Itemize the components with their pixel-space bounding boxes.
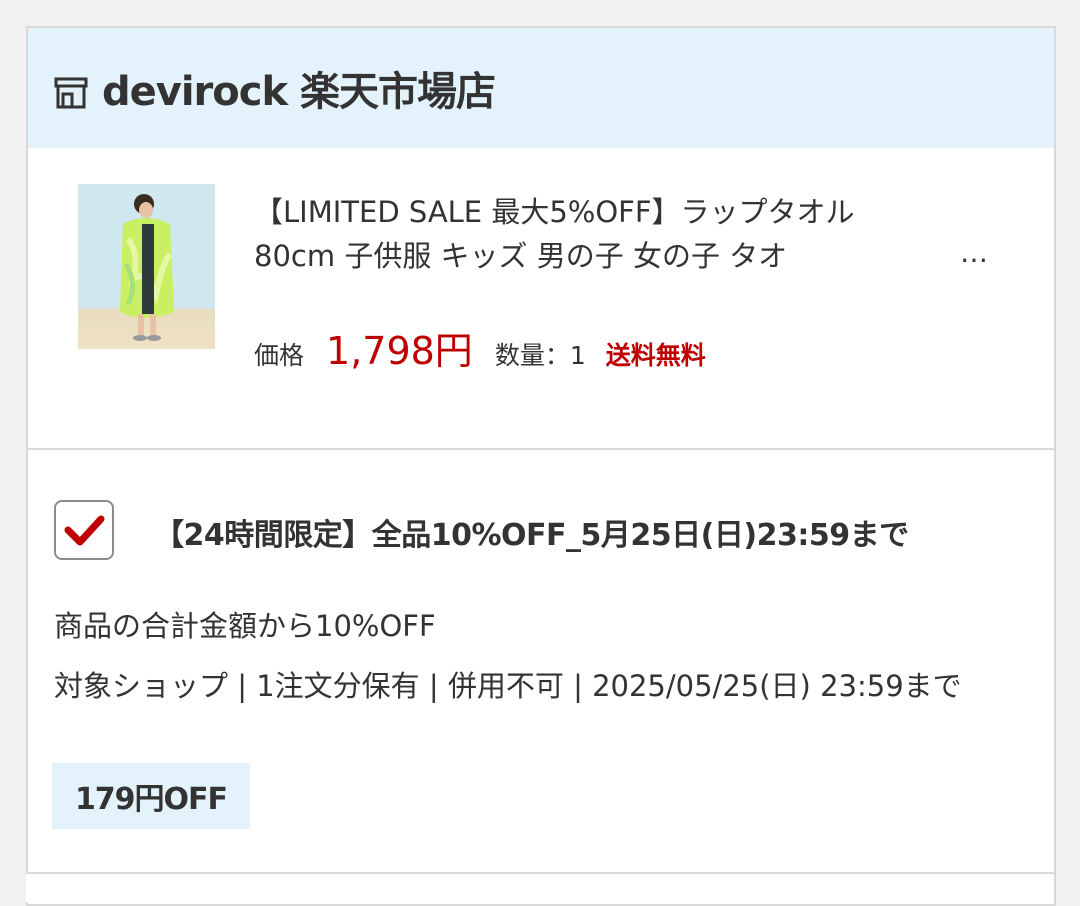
price-value: 1,798円 [326, 329, 473, 373]
title-ellipsis: … [960, 236, 988, 269]
shop-order-card: devirock 楽天市場店 【LIMITED SALE 最大5%OFF】ラップ… [26, 26, 1056, 906]
coupon-description: 商品の合計金額から10%OFF [54, 609, 436, 643]
shop-icon [54, 77, 88, 109]
shop-name[interactable]: devirock 楽天市場店 [102, 59, 496, 117]
next-card [26, 872, 1054, 902]
product-photo [120, 194, 174, 341]
coupon-conditions: 対象ショップ | 1注文分保有 | 併用不可 | 2025/05/25(日) 2… [54, 669, 962, 703]
product-item[interactable]: 【LIMITED SALE 最大5%OFF】ラップタオル 80cm 子供服 キッ… [28, 148, 1054, 450]
quantity-text: 数量：1 [494, 341, 586, 370]
discount-badge: 179円OFF [52, 763, 250, 829]
product-title[interactable]: 【LIMITED SALE 最大5%OFF】ラップタオル 80cm 子供服 キッ… [254, 190, 944, 278]
shop-header[interactable]: devirock 楽天市場店 [28, 28, 1054, 148]
coupon-section: 【24時間限定】全品10%OFF_5月25日(日)23:59まで 商品の合計金額… [28, 450, 1054, 870]
product-thumbnail[interactable] [78, 184, 215, 349]
price-label: 価格 [254, 341, 305, 370]
coupon-title: 【24時間限定】全品10%OFF_5月25日(日)23:59まで [154, 518, 909, 553]
coupon-checkbox[interactable] [54, 500, 114, 560]
checkmark-icon [64, 515, 105, 546]
free-shipping-badge: 送料無料 [605, 341, 706, 370]
price-row: 価格 1,798円 数量：1 送料無料 [254, 320, 706, 375]
